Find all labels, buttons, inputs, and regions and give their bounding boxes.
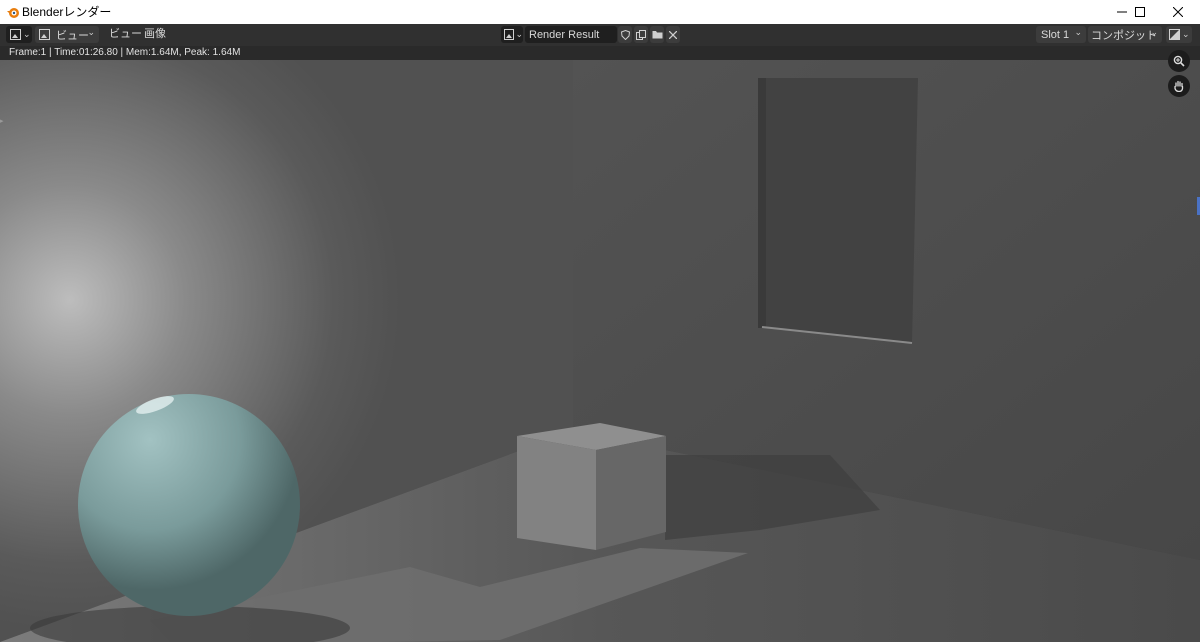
toolbar-expand-arrow-icon[interactable]: ▸ bbox=[0, 117, 5, 125]
pan-button[interactable] bbox=[1168, 75, 1190, 97]
maximize-icon bbox=[1135, 7, 1145, 17]
editor-type-selector[interactable]: ⌄ bbox=[6, 26, 32, 43]
chevron-down-icon: ⌄ bbox=[87, 27, 95, 37]
close-icon bbox=[1173, 7, 1183, 17]
slot-selector[interactable]: Slot 1 ⌄ bbox=[1036, 26, 1086, 43]
render-info-text: Frame:1 | Time:01:26.80 | Mem:1.64M, Pea… bbox=[9, 47, 241, 58]
image-mode-icon bbox=[39, 29, 50, 40]
render-result-viewport[interactable]: ▸ bbox=[0, 50, 1200, 642]
layer-selector[interactable]: コンポジット ⌄ bbox=[1088, 26, 1162, 43]
layer-label: コンポジット bbox=[1091, 29, 1157, 42]
image-browse-button[interactable]: ⌄ bbox=[501, 26, 523, 43]
display-channels-selector[interactable]: ⌄ bbox=[1166, 26, 1192, 43]
unlink-image-button[interactable] bbox=[666, 26, 680, 43]
blender-logo-icon bbox=[7, 8, 19, 18]
duplicate-icon bbox=[636, 29, 646, 40]
folder-icon bbox=[652, 31, 662, 39]
window-title: Blenderレンダー bbox=[22, 5, 112, 19]
maximize-button[interactable] bbox=[1122, 0, 1158, 24]
image-editor-header: ⌄ ビュー ⌄ ビュー 画像 ⌄ Render Result Slot 1 ⌄ … bbox=[0, 24, 1200, 46]
menu-image[interactable]: 画像 bbox=[144, 28, 166, 41]
hand-icon bbox=[1174, 80, 1184, 92]
image-browse-icon bbox=[504, 29, 515, 40]
image-name: Render Result bbox=[529, 28, 600, 41]
mode-selector[interactable]: ビュー ⌄ bbox=[35, 26, 99, 43]
render-info-bar: Frame:1 | Time:01:26.80 | Mem:1.64M, Pea… bbox=[0, 46, 1200, 60]
render-image bbox=[0, 60, 1200, 642]
open-image-button[interactable] bbox=[650, 26, 664, 43]
close-window-button[interactable] bbox=[1160, 0, 1196, 24]
image-name-field[interactable]: Render Result bbox=[525, 26, 617, 43]
close-icon bbox=[669, 30, 677, 39]
zoom-button[interactable] bbox=[1168, 50, 1190, 72]
display-channels-icon bbox=[1169, 29, 1180, 40]
fake-user-button[interactable] bbox=[618, 26, 632, 43]
menu-view[interactable]: ビュー bbox=[109, 28, 142, 41]
chevron-down-icon: ⌄ bbox=[1182, 29, 1190, 39]
mode-label: ビュー bbox=[56, 29, 89, 42]
chevron-down-icon: ⌄ bbox=[515, 29, 523, 39]
image-editor-icon bbox=[10, 29, 21, 40]
new-image-button[interactable] bbox=[634, 26, 648, 43]
chevron-down-icon: ⌄ bbox=[1074, 27, 1082, 37]
zoom-icon bbox=[1173, 55, 1185, 67]
slot-label: Slot 1 bbox=[1041, 28, 1070, 41]
chevron-down-icon: ⌄ bbox=[23, 29, 31, 39]
chevron-down-icon: ⌄ bbox=[1150, 27, 1158, 37]
window-title-bar: Blenderレンダー bbox=[0, 0, 1200, 24]
shield-icon bbox=[620, 29, 630, 40]
